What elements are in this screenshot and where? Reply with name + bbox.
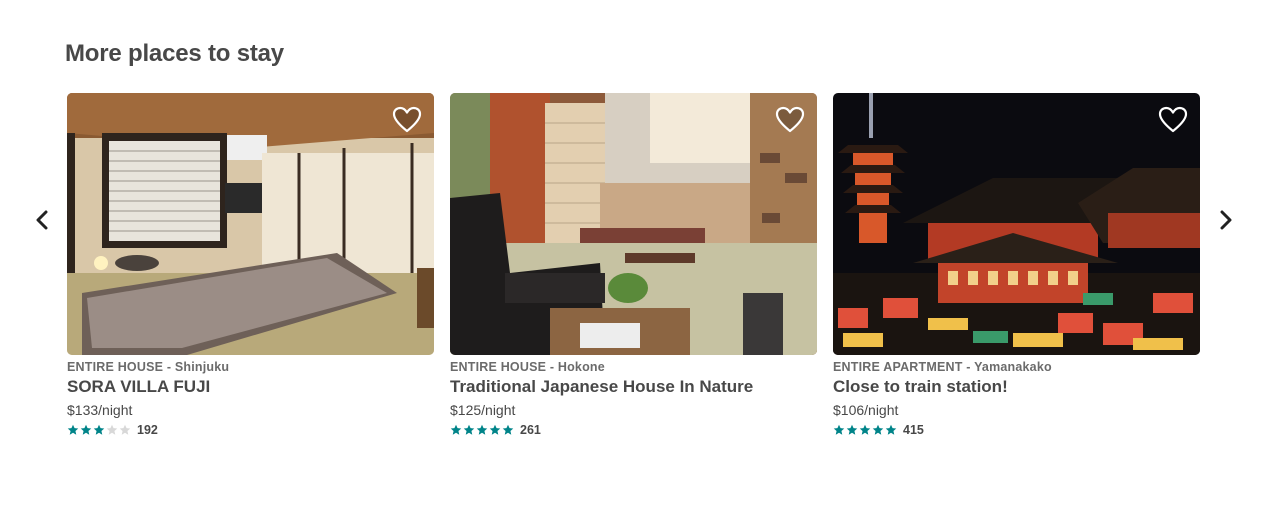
star-icon (872, 424, 884, 435)
listing-photo[interactable] (450, 93, 817, 355)
star-icon (67, 424, 79, 435)
review-count: 192 (137, 423, 158, 437)
listing-meta: ENTIRE APARTMENT - Yamanakako (833, 360, 1052, 374)
listing-photo[interactable] (833, 93, 1200, 355)
review-count: 415 (903, 423, 924, 437)
listing-card[interactable]: ENTIRE HOUSE - Shinjuku SORA VILLA FUJI … (67, 93, 434, 437)
star-rating (67, 424, 131, 436)
listing-price: $106/night (833, 402, 899, 418)
star-icon (885, 424, 897, 435)
listing-photo[interactable] (67, 93, 434, 355)
chevron-left-icon (36, 210, 48, 230)
listing-meta: ENTIRE HOUSE - Shinjuku (67, 360, 230, 374)
star-icon (502, 424, 514, 435)
listing-rating: 415 (833, 423, 1200, 437)
listing-carousel: ENTIRE HOUSE - Shinjuku SORA VILLA FUJI … (67, 93, 1200, 437)
star-icon (106, 424, 118, 435)
star-icon (93, 424, 105, 435)
star-icon (450, 424, 462, 435)
listing-rating: 261 (450, 423, 817, 437)
carousel-next-button[interactable] (1212, 206, 1240, 234)
star-icon (476, 424, 488, 435)
star-rating (450, 424, 514, 436)
more-places-section: More places to stay ENTIRE HOUSE - Shinj… (0, 0, 1286, 506)
listing-price: $133/night (67, 402, 133, 418)
favorite-button[interactable] (392, 105, 422, 135)
star-rating (833, 424, 897, 436)
star-icon (489, 424, 501, 435)
listing-price: $125/night (450, 402, 516, 418)
listing-card[interactable]: ENTIRE APARTMENT - Yamanakako Close to t… (833, 93, 1200, 437)
favorite-button[interactable] (775, 105, 805, 135)
heart-outline-icon (1158, 106, 1188, 133)
star-icon (463, 424, 475, 435)
listing-meta: ENTIRE HOUSE - Hokone (450, 360, 605, 374)
listing-name[interactable]: Close to train station! (833, 377, 1200, 397)
temple-night-image (833, 93, 1200, 355)
section-title: More places to stay (65, 40, 284, 67)
star-icon (846, 424, 858, 435)
chevron-right-icon (1220, 210, 1232, 230)
listing-rating: 192 (67, 423, 434, 437)
heart-outline-icon (392, 106, 422, 133)
star-icon (859, 424, 871, 435)
review-count: 261 (520, 423, 541, 437)
listing-name[interactable]: SORA VILLA FUJI (67, 377, 434, 397)
living-room-image (450, 93, 817, 355)
star-icon (119, 424, 131, 435)
star-icon (80, 424, 92, 435)
heart-outline-icon (775, 106, 805, 133)
tatami-room-image (67, 93, 434, 355)
listing-name[interactable]: Traditional Japanese House In Nature (450, 377, 817, 397)
favorite-button[interactable] (1158, 105, 1188, 135)
listing-card[interactable]: ENTIRE HOUSE - Hokone Traditional Japane… (450, 93, 817, 437)
star-icon (833, 424, 845, 435)
carousel-prev-button[interactable] (28, 206, 56, 234)
